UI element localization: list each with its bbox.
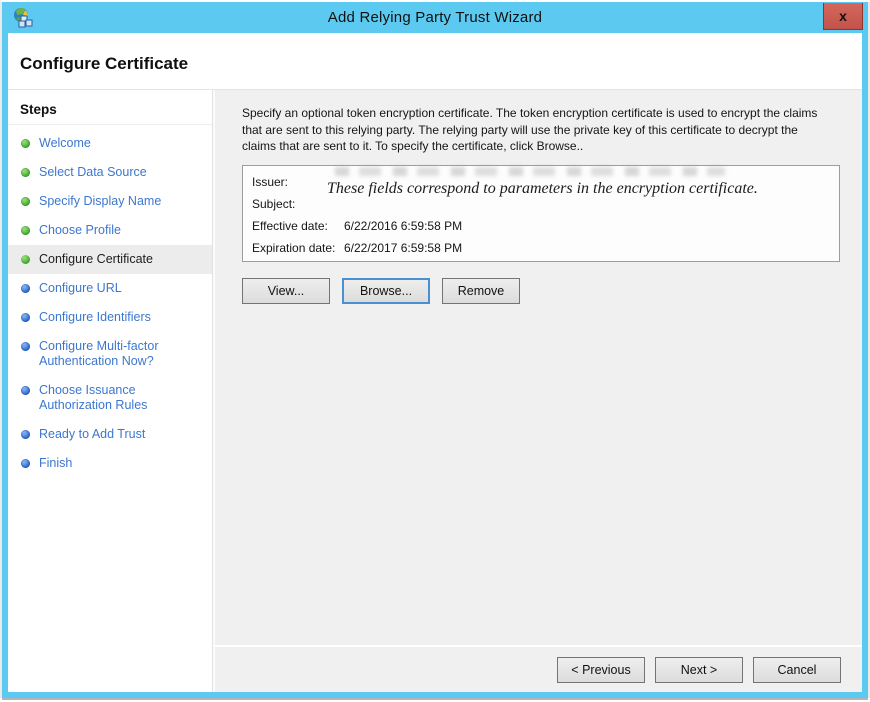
expiration-date-value: 6/22/2017 6:59:58 PM xyxy=(344,241,829,255)
effective-date-label: Effective date: xyxy=(252,219,344,233)
page-title: Configure Certificate xyxy=(20,54,188,74)
step-status-icon xyxy=(21,139,30,148)
step-status-icon xyxy=(21,313,30,322)
step-label: Choose Issuance Authorization Rules xyxy=(39,383,199,413)
step-label: Configure Certificate xyxy=(39,252,153,267)
previous-button[interactable]: < Previous xyxy=(557,657,645,683)
step-status-icon xyxy=(21,284,30,293)
step-label: Configure Multi-factor Authentication No… xyxy=(39,339,199,369)
step-label: Configure Identifiers xyxy=(39,310,151,325)
steps-sidebar: Steps Welcome Select Data Source Specify… xyxy=(8,90,213,692)
description-text: Specify an optional token encryption cer… xyxy=(242,105,834,155)
step-item[interactable]: Configure URL xyxy=(8,274,212,303)
wizard-window: Add Relying Party Trust Wizard x Configu… xyxy=(2,2,868,698)
annotation-text: These fields correspond to parameters in… xyxy=(327,180,832,198)
step-item[interactable]: Choose Issuance Authorization Rules xyxy=(8,376,212,420)
step-item[interactable]: Specify Display Name xyxy=(8,187,212,216)
step-status-icon xyxy=(21,459,30,468)
subject-label: Subject: xyxy=(252,197,344,211)
step-item[interactable]: Configure Certificate xyxy=(8,245,212,274)
step-item[interactable]: Ready to Add Trust xyxy=(8,420,212,449)
step-label: Choose Profile xyxy=(39,223,121,238)
step-status-icon xyxy=(21,197,30,206)
view-button[interactable]: View... xyxy=(242,278,330,304)
steps-header: Steps xyxy=(8,94,212,125)
step-item[interactable]: Welcome xyxy=(8,129,212,158)
footer-bar: < Previous Next > Cancel xyxy=(213,645,862,692)
step-item[interactable]: Finish xyxy=(8,449,212,478)
step-status-icon xyxy=(21,255,30,264)
steps-list: Welcome Select Data Source Specify Displ… xyxy=(8,125,212,478)
step-status-icon xyxy=(21,430,30,439)
page-header: Configure Certificate xyxy=(8,33,862,90)
remove-button[interactable]: Remove xyxy=(442,278,520,304)
step-status-icon xyxy=(21,168,30,177)
page: Add Relying Party Trust Wizard x Configu… xyxy=(0,0,870,702)
step-label: Finish xyxy=(39,456,72,471)
window-title: Add Relying Party Trust Wizard xyxy=(2,2,868,33)
close-icon: x xyxy=(839,8,847,24)
content-pane: Specify an optional token encryption cer… xyxy=(213,90,862,645)
certificate-actions: View... Browse... Remove xyxy=(242,278,862,304)
cancel-button[interactable]: Cancel xyxy=(753,657,841,683)
step-item[interactable]: Select Data Source xyxy=(8,158,212,187)
step-label: Configure URL xyxy=(39,281,122,296)
step-item[interactable]: Configure Multi-factor Authentication No… xyxy=(8,332,212,376)
step-status-icon xyxy=(21,226,30,235)
step-label: Ready to Add Trust xyxy=(39,427,145,442)
redacted-issuer-value xyxy=(335,167,725,176)
step-status-icon xyxy=(21,342,30,351)
effective-date-value: 6/22/2016 6:59:58 PM xyxy=(344,219,829,233)
window-body: Configure Certificate Steps Welcome Sele… xyxy=(8,33,862,692)
step-label: Select Data Source xyxy=(39,165,147,180)
titlebar[interactable]: Add Relying Party Trust Wizard x xyxy=(2,2,868,33)
step-item[interactable]: Configure Identifiers xyxy=(8,303,212,332)
certificate-panel: Issuer: Subject: Effective date: 6/22/20… xyxy=(242,165,840,262)
close-button[interactable]: x xyxy=(823,3,863,30)
expiration-date-label: Expiration date: xyxy=(252,241,344,255)
step-label: Specify Display Name xyxy=(39,194,161,209)
step-label: Welcome xyxy=(39,136,91,151)
step-status-icon xyxy=(21,386,30,395)
step-item[interactable]: Choose Profile xyxy=(8,216,212,245)
adfs-app-icon xyxy=(12,7,34,28)
next-button[interactable]: Next > xyxy=(655,657,743,683)
browse-button[interactable]: Browse... xyxy=(342,278,430,304)
